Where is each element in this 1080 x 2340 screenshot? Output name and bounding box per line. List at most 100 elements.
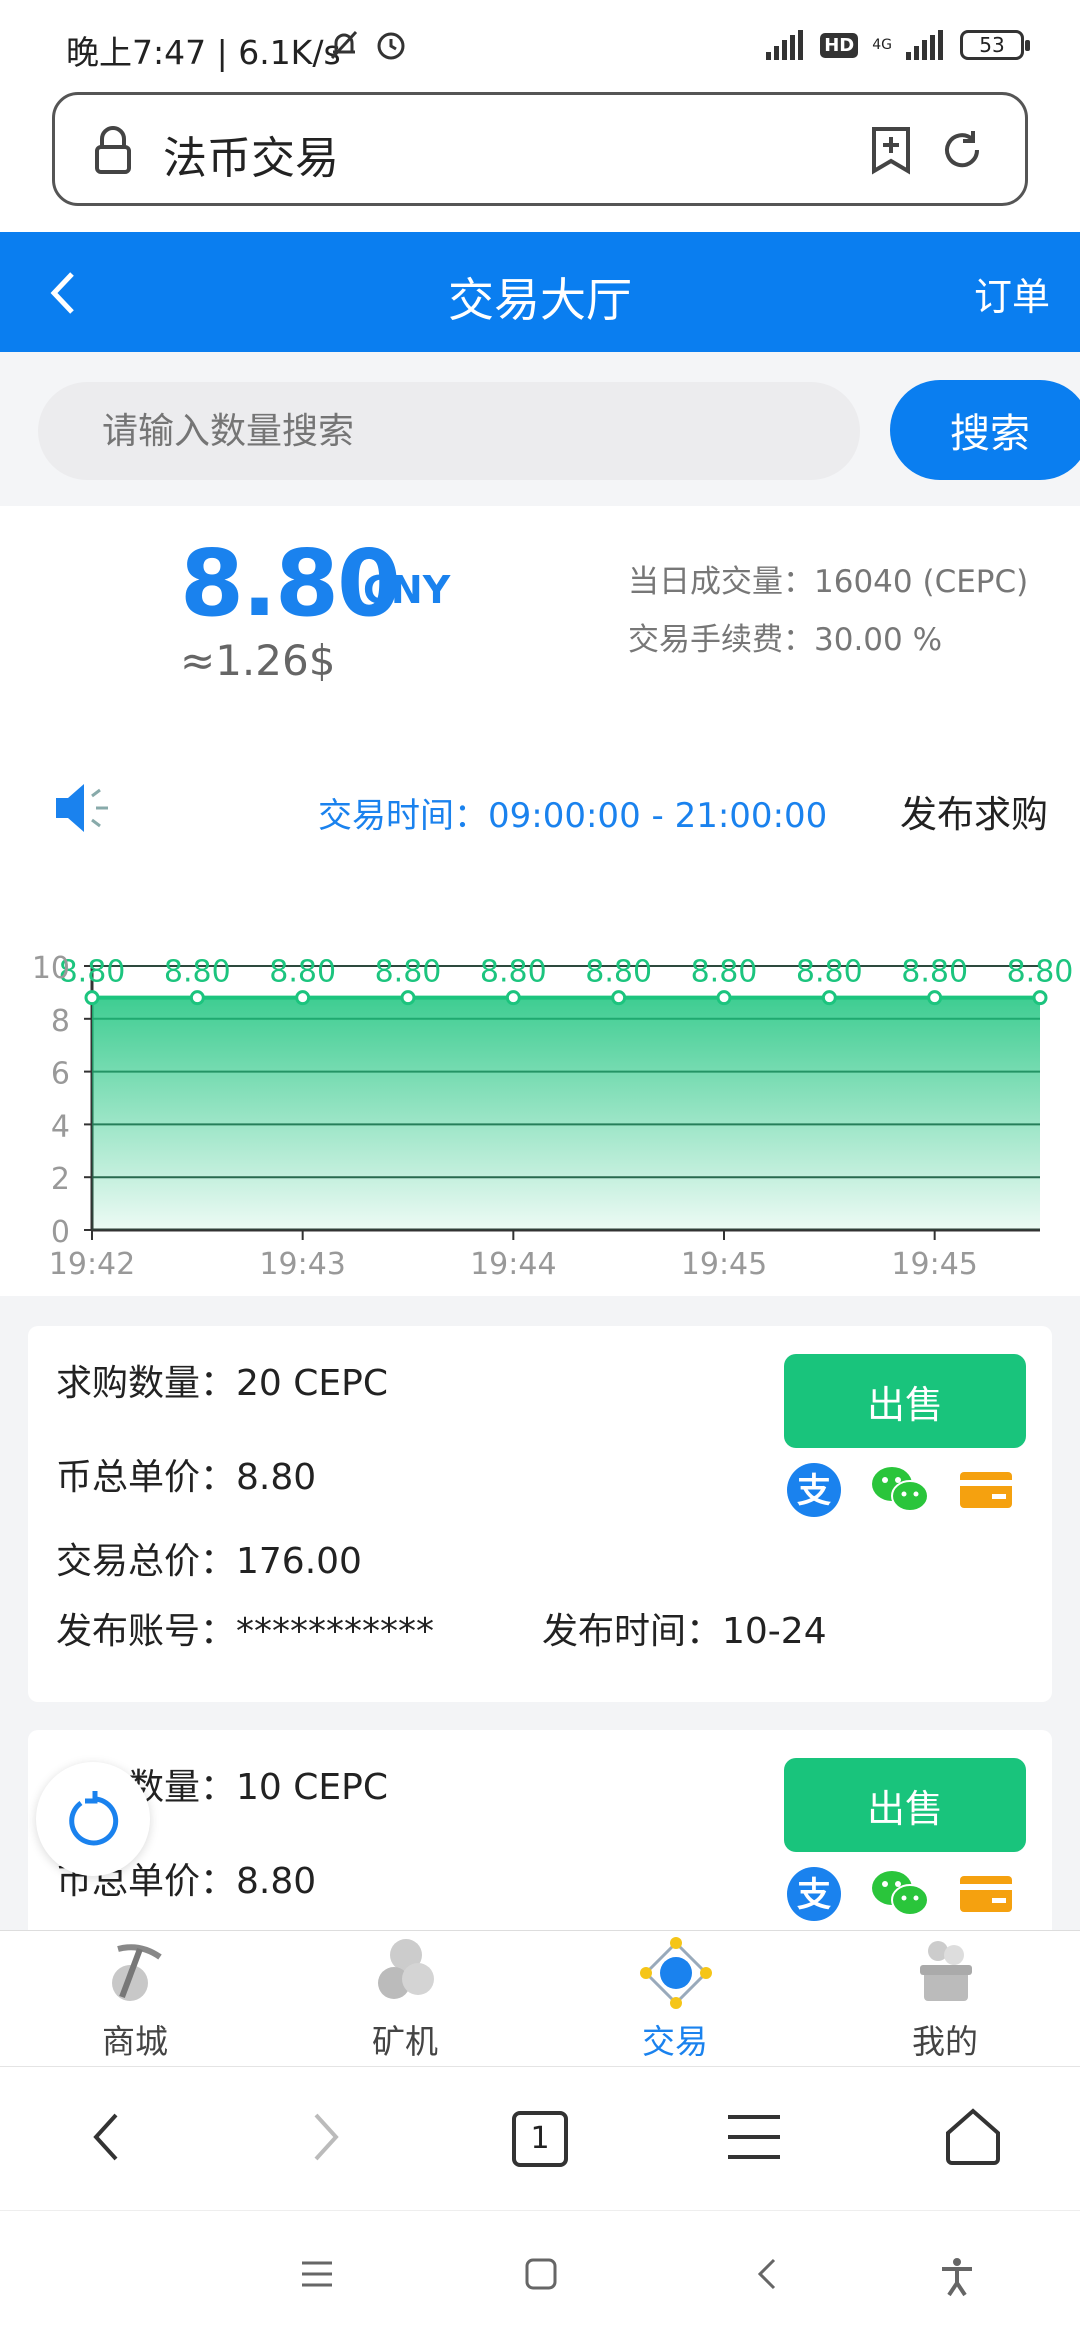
chart-xtick-label: 19:45 bbox=[891, 1247, 977, 1282]
chart-point bbox=[927, 990, 943, 1006]
chart-ytick-label: 8 bbox=[51, 1004, 70, 1039]
chart-ytick-label: 2 bbox=[51, 1162, 70, 1197]
bottom-nav: 商城 矿机 交易 我的 bbox=[0, 1930, 1080, 2066]
chart-area bbox=[92, 997, 1040, 1230]
orders-link[interactable]: 订单 bbox=[974, 266, 1050, 321]
status-time: 晚上7:47 | 6.1K/s bbox=[66, 33, 341, 72]
chart-point bbox=[1032, 990, 1048, 1006]
system-back-icon[interactable] bbox=[752, 2257, 786, 2291]
add-bookmark-icon[interactable] bbox=[869, 125, 913, 175]
chart-xtick-label: 19:42 bbox=[49, 1247, 135, 1282]
price-usd: ≈1.26$ bbox=[180, 636, 336, 685]
home-icon[interactable] bbox=[944, 2107, 1002, 2167]
chart-data-label: 8.80 bbox=[269, 955, 336, 990]
status-bar: 晚上7:47 | 6.1K/s HD 4G 53 bbox=[0, 0, 1080, 90]
mining-pickaxe-icon bbox=[112, 1944, 162, 2001]
nav-mall[interactable]: 商城 bbox=[0, 1931, 270, 2067]
order-total: 交易总价：176.00 bbox=[56, 1541, 362, 1582]
reload-icon[interactable] bbox=[937, 125, 987, 175]
bank-card-icon bbox=[960, 1876, 1012, 1912]
nav-trade[interactable]: 交易 bbox=[540, 1931, 810, 2067]
price-unit: CNY bbox=[363, 568, 451, 612]
price-chart: 8.80 8.80 8.80 8.80 8.80 8.80 8.80 8.80 8.80 8.80… bbox=[32, 951, 1074, 1282]
chart-point bbox=[505, 990, 521, 1006]
chart-xtick-label: 19:43 bbox=[259, 1247, 345, 1282]
chart-data-label: 8.80 bbox=[164, 955, 231, 990]
page-title: 法币交易 bbox=[163, 133, 339, 184]
chart-data-label: 8.80 bbox=[691, 955, 758, 990]
chart-xtick-label: 19:45 bbox=[681, 1247, 767, 1282]
tabs-count-button[interactable]: 1 bbox=[512, 2111, 568, 2167]
app-header: 交易大厅 订单 bbox=[0, 232, 1080, 352]
search-button[interactable]: 搜索 bbox=[890, 380, 1080, 480]
chart-ytick-label: 10 bbox=[32, 951, 70, 986]
refresh-icon bbox=[69, 1791, 119, 1846]
chart-data-labels: 8.80 8.80 8.80 8.80 8.80 8.80 8.80 8.80 8.80 8.80 bbox=[59, 955, 1074, 990]
chart-point bbox=[716, 990, 732, 1006]
nav-label: 交易 bbox=[642, 2022, 708, 2061]
hd-badge: HD bbox=[820, 32, 859, 58]
nav-miner[interactable]: 矿机 bbox=[270, 1931, 540, 2067]
sell-button[interactable]: 出售 bbox=[784, 1758, 1026, 1852]
chart-point bbox=[400, 990, 416, 1006]
profile-box-icon bbox=[920, 1941, 972, 2001]
recent-apps-icon[interactable] bbox=[300, 2257, 334, 2291]
chart-x-ticks: 19:42 19:43 19:44 19:45 19:45 bbox=[49, 1230, 978, 1282]
wechat-pay-icon bbox=[872, 1871, 929, 1916]
wechat-pay-icon bbox=[872, 1467, 929, 1512]
chart-data-label: 8.80 bbox=[1007, 955, 1074, 990]
search-bar: 搜索 bbox=[0, 352, 1080, 506]
chart-ytick-label: 6 bbox=[51, 1057, 70, 1092]
chart-point bbox=[611, 990, 627, 1006]
chart-data-label: 8.80 bbox=[375, 955, 442, 990]
accessibility-icon[interactable] bbox=[940, 2257, 974, 2297]
order-pub-time: 发布时间：10-24 bbox=[542, 1611, 827, 1652]
chart-point bbox=[821, 990, 837, 1006]
browser-forward-icon[interactable] bbox=[306, 2107, 346, 2167]
chart-point bbox=[189, 990, 205, 1006]
nav-label: 商城 bbox=[102, 2022, 168, 2061]
svg-text:支: 支 bbox=[797, 1471, 831, 1511]
coins-icon bbox=[378, 1939, 434, 1999]
order-unit-price: 币总单价：8.80 bbox=[56, 1457, 317, 1498]
order-account: 发布账号：*********** bbox=[56, 1611, 435, 1652]
order-card: 求购数量：20 CEPC 币总单价：8.80 交易总价：176.00 发布账号：… bbox=[28, 1326, 1052, 1702]
order-qty: 求购数量：20 CEPC bbox=[56, 1363, 388, 1404]
network-type: 4G bbox=[872, 37, 892, 53]
chart-data-label: 8.80 bbox=[480, 955, 547, 990]
chart-point bbox=[84, 990, 100, 1006]
browser-toolbar: 1 bbox=[0, 2066, 1080, 2210]
battery-icon: 53 bbox=[960, 30, 1030, 60]
daily-volume: 当日成交量：16040 (CEPC) bbox=[628, 564, 1029, 600]
alipay-icon: 支 bbox=[787, 1867, 841, 1921]
mute-bell-icon bbox=[330, 30, 358, 60]
speaker-icon[interactable] bbox=[52, 776, 116, 840]
chart-data-label: 8.80 bbox=[901, 955, 968, 990]
nav-mine[interactable]: 我的 bbox=[810, 1931, 1080, 2067]
chart-data-label: 8.80 bbox=[585, 955, 652, 990]
url-bar[interactable]: 法币交易 bbox=[52, 92, 1028, 206]
header-title: 交易大厅 bbox=[448, 273, 632, 327]
system-nav-bar bbox=[0, 2210, 1080, 2340]
sell-button[interactable]: 出售 bbox=[784, 1354, 1026, 1448]
trade-fee: 交易手续费：30.00 % bbox=[628, 622, 943, 658]
trade-diamond-icon bbox=[640, 1937, 712, 2009]
search-input[interactable] bbox=[38, 382, 860, 480]
nav-label: 矿机 bbox=[372, 2022, 438, 2061]
alarm-icon bbox=[377, 32, 405, 60]
signal-icon-2 bbox=[906, 30, 943, 60]
svg-text:支: 支 bbox=[797, 1875, 831, 1915]
trade-time: 交易时间：09:00:00 - 21:00:00 bbox=[318, 796, 828, 836]
order-list: 求购数量：20 CEPC 币总单价：8.80 交易总价：176.00 发布账号：… bbox=[0, 1296, 1080, 1970]
chart-ytick-label: 4 bbox=[51, 1109, 70, 1144]
system-home-icon[interactable] bbox=[524, 2257, 558, 2291]
chart-y-ticks: 0 2 4 6 8 10 bbox=[32, 951, 70, 1250]
bank-card-icon bbox=[960, 1472, 1012, 1508]
browser-back-icon[interactable] bbox=[86, 2107, 126, 2167]
refresh-button[interactable] bbox=[36, 1762, 150, 1876]
publish-buy-button[interactable]: 发布求购 bbox=[900, 784, 1048, 838]
menu-icon[interactable] bbox=[726, 2107, 782, 2167]
chart-xtick-label: 19:44 bbox=[470, 1247, 556, 1282]
lock-icon bbox=[95, 126, 131, 174]
chart-data-label: 8.80 bbox=[796, 955, 863, 990]
